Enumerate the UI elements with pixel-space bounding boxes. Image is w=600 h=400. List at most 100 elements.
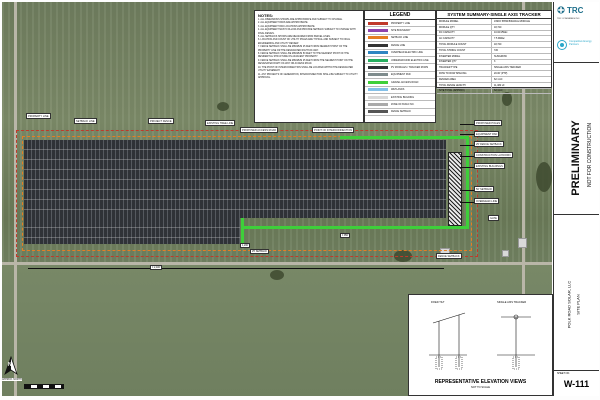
legend-label: PROPERTY LINE <box>391 21 411 25</box>
north-label: N <box>8 362 12 368</box>
preliminary-stamp: PRELIMINARY <box>570 120 582 196</box>
notes-list: 1. ALL DIMENSIONS SHOWN ARE APPROXIMATE … <box>255 19 363 80</box>
summary-value: 11,482 LF <box>494 83 505 87</box>
legend-row: EQUIPMENT PAD <box>365 72 435 80</box>
legend-label: EQUIPMENT PAD <box>391 73 411 77</box>
notes-panel: NOTES: 1. ALL DIMENSIONS SHOWN ARE APPRO… <box>254 10 364 123</box>
system-summary-panel: SYSTEM SUMMARY-SINGLE AXIS TRACKER MODUL… <box>436 10 552 95</box>
tracker-elevation <box>497 314 535 370</box>
callout-overhead-line: OVERHEAD LINE <box>474 198 500 204</box>
access-road-left <box>241 218 244 246</box>
summary-value: 10.02 MWdc <box>494 31 508 35</box>
legend-row: FENCE LINE <box>365 42 435 50</box>
summary-value: 18,720 <box>494 25 502 29</box>
summary-value: 20.00' (PTP) <box>494 72 508 76</box>
legend-row: SITE BOUNDARY <box>365 27 435 35</box>
legend-label: WETLANDS <box>391 88 405 92</box>
legend-row: PV MODULES / TRACKER ROWS <box>365 64 435 72</box>
legend-label: ZONE OF BUILD NO. <box>391 102 415 106</box>
sheet-number-label: SHEET NO. <box>557 372 570 375</box>
legend-label: GRAVEL ACCESS ROAD <box>391 80 419 84</box>
fixed-tilt-elevation <box>429 312 467 370</box>
elevation-drawing <box>429 312 535 370</box>
legend-row: PROPERTY LINE <box>365 20 435 28</box>
summary-value: 3 <box>494 60 496 64</box>
tracker-label: SINGLE AXIS TRACKER <box>497 301 527 304</box>
summary-key: TOTAL STRING COUNT <box>437 47 492 53</box>
existing-building <box>518 238 527 248</box>
legend-label: PV MODULES / TRACKER ROWS <box>391 66 429 70</box>
leader-line <box>460 202 474 203</box>
summary-key: FENCED AREA <box>437 76 492 82</box>
note-item: 8. FENCE SETBACK SHALL BE MINIMUM 50 FEE… <box>258 53 349 59</box>
summary-value: 62.1 AC <box>494 77 503 81</box>
legend-symbol <box>368 43 388 47</box>
summary-key: TOTAL MODULE COUNT <box>437 42 492 47</box>
dimension-label: ± 2,400' <box>150 265 163 270</box>
callout-tree-line: EXISTING TREE LINE <box>205 120 236 126</box>
legend-label: EXISTING BUILDING <box>391 95 415 99</box>
leader-line <box>460 145 474 146</box>
not-for-construction: NOT FOR CONSTRUCTION <box>587 122 593 188</box>
elevation-views-panel: FIXED TILT SINGLE AXIS TRACKER REPRESENT… <box>408 294 553 396</box>
access-road-right <box>466 136 469 228</box>
summary-row: SITE TOTAL (APPROX.) 62.1 AC <box>437 88 551 95</box>
divider <box>554 370 599 371</box>
legend-symbol <box>368 29 388 33</box>
summary-key: SITE TOTAL (APPROX.) <box>437 88 492 94</box>
summary-value: 62.1 AC <box>494 89 503 93</box>
dimension-label: ± 950' <box>340 233 351 238</box>
callout-property-line: PROPERTY LINE <box>26 113 51 119</box>
tree-cluster <box>217 102 229 111</box>
legend-row: UNDERGROUND ELECTRIC LINE <box>365 57 435 65</box>
legend-symbol <box>368 66 388 70</box>
summary-value: SINGLE AXIS TRACKER <box>494 66 521 70</box>
summary-key: AC CAPACITY <box>437 36 492 42</box>
callout-equipment-pad: EQUIPMENT PAD <box>474 131 500 137</box>
leader-line <box>460 134 474 135</box>
partner-name: Competitive Energy Partners <box>569 40 592 47</box>
summary-value: JINKO 535W BIFACIAL MODULE <box>494 19 530 23</box>
north-sublabel: APPROX. NORTH <box>2 378 22 381</box>
note-item: 9. FENCE SETBACK SHALL BE MINIMUM 25 FEE… <box>258 59 353 66</box>
divider <box>554 62 599 63</box>
legend-symbol <box>368 102 388 106</box>
scale-bar <box>24 384 64 389</box>
trc-logo-icon <box>557 6 565 14</box>
legend-symbol <box>368 58 388 62</box>
legend-symbol <box>368 88 388 92</box>
leader-line <box>460 156 474 157</box>
callout-fence-setback-2: FENCE SETBACK <box>436 253 462 259</box>
sheet-number: W-111 <box>563 379 590 389</box>
system-summary-table: MODULE MODEL JINKO 535W BIFACIAL MODULE MO… <box>437 19 551 95</box>
note-item: 11. ANY PROJECTS OF GENERATION, INTERCON… <box>258 73 358 79</box>
legend-symbol <box>368 73 388 77</box>
summary-key: INVERTER QTY <box>437 59 492 65</box>
summary-key: ROW TO ROW SPACING <box>437 71 492 76</box>
existing-building <box>502 250 509 257</box>
legend-row: ZONE OF BUILD NO. <box>365 101 435 109</box>
legend-symbol <box>368 21 388 25</box>
summary-key: TOTAL FENCE LENGTH <box>437 82 492 88</box>
summary-key: DC CAPACITY <box>437 30 492 36</box>
leader-line <box>460 167 474 168</box>
summary-key: TRACKER TYPE <box>437 65 492 71</box>
legend-symbol <box>368 80 388 84</box>
legend-label: SETBACK LINE <box>391 36 409 40</box>
legend-symbol <box>368 36 388 40</box>
leader-line <box>460 190 474 191</box>
summary-value: SUNGROW <box>494 54 507 58</box>
note-item: 10. THE POINT OF INTERCONNECTION SHALL B… <box>258 66 354 73</box>
callout-buildings: EXISTING BUILDINGS <box>474 163 505 169</box>
legend-panel: LEGEND PROPERTY LINE SITE BOUNDARY SETBACK… <box>364 10 436 123</box>
callout-fence-setback: 25' FENCE SETBACK <box>474 141 504 147</box>
legend-row: SETBACK LINE <box>365 35 435 43</box>
note-item: 4. ALL EQUIPMENT MUST FOLLOW AND PROVIDE… <box>258 29 356 35</box>
access-road-top <box>340 136 468 139</box>
elevation-title: REPRESENTATIVE ELEVATION VIEWS <box>434 379 527 385</box>
fixed-tilt-label: FIXED TILT <box>431 301 445 304</box>
company-address: TRC COMPANIES INC. <box>557 18 581 20</box>
summary-key: MODULE QTY <box>437 24 492 30</box>
system-summary-title: SYSTEM SUMMARY-SINGLE AXIS TRACKER <box>437 11 551 19</box>
legend-label: FENCE SETBACK <box>391 110 411 114</box>
